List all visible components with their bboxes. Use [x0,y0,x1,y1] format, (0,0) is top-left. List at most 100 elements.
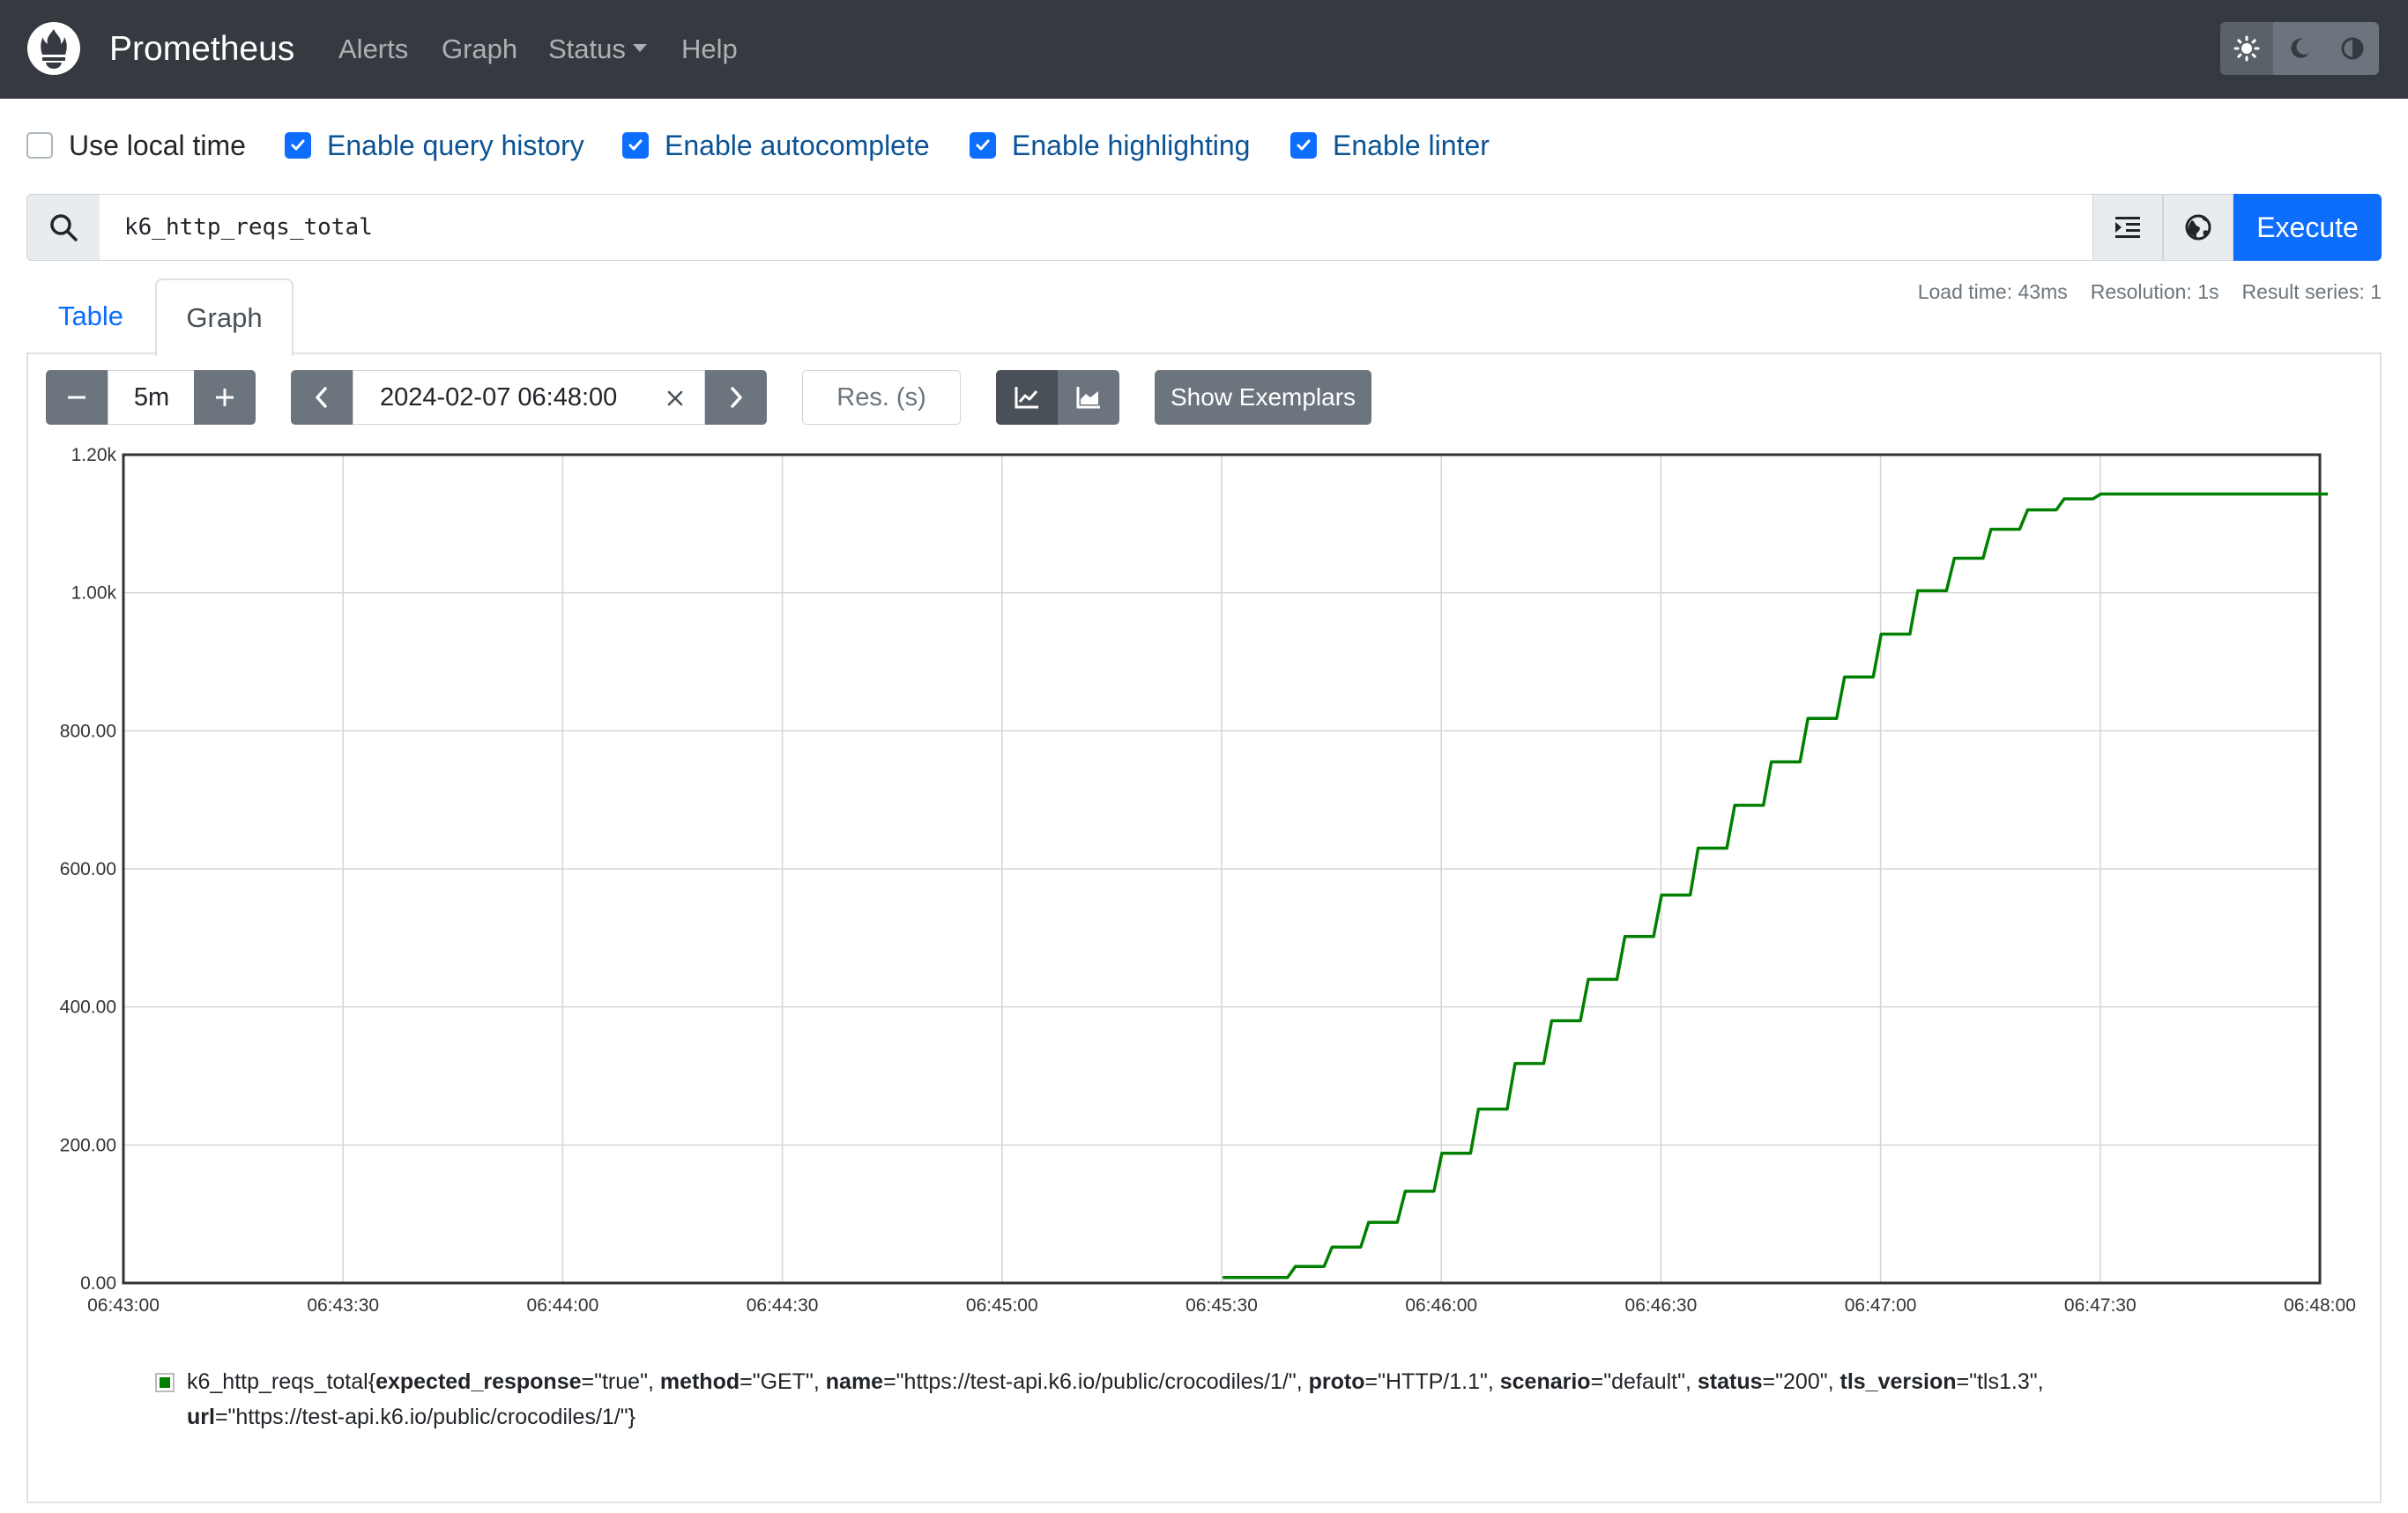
line-chart-icon [1014,387,1038,409]
query-stats: Load time: 43ms Resolution: 1s Result se… [1918,280,2382,304]
clear-icon[interactable] [665,389,685,408]
chart-type-control [996,370,1119,425]
x-tick-label: 06:48:00 [2284,1295,2356,1316]
checkbox-checked[interactable] [970,132,996,159]
end-time-input[interactable]: 2024-02-07 06:48:00 [353,370,705,425]
x-tick-label: 06:45:00 [966,1295,1038,1316]
series-line[interactable] [1223,492,2328,1279]
show-exemplars-button[interactable]: Show Exemplars [1155,370,1371,425]
checkbox-checked[interactable] [1290,132,1317,159]
legend-series-label: k6_http_reqs_total{expected_response="tr… [187,1369,2044,1429]
option-query-history[interactable]: Enable query history [285,125,584,166]
nav-alerts[interactable]: Alerts [338,25,408,74]
range-input[interactable]: 5m [108,370,196,425]
line-chart[interactable]: 06:43:00 06:43:30 06:44:00 06:44:30 06:45:00… [35,441,2371,1322]
query-bar: k6_http_reqs_total Execute [26,194,2382,261]
exemplars-control: Show Exemplars [1155,370,1371,425]
chevron-down-icon [632,44,647,53]
x-tick-label: 06:46:30 [1625,1295,1698,1316]
y-tick-label: 600.00 [60,859,116,879]
end-time-value: 2024-02-07 06:48:00 [380,382,618,412]
checkbox-checked[interactable] [622,132,649,159]
option-label: Enable query history [327,129,584,161]
chevron-left-icon [316,387,327,408]
x-tick-label: 06:46:00 [1405,1295,1477,1316]
legend-label-key: method [659,1369,740,1394]
stacked-chart-button[interactable] [1058,370,1119,425]
option-linter[interactable]: Enable linter [1290,125,1490,166]
option-highlighting[interactable]: Enable highlighting [970,125,1250,166]
checkbox-unchecked[interactable] [26,132,53,159]
minus-icon [68,396,85,399]
option-label: Use local time [69,129,246,161]
search-icon [50,214,78,241]
legend-label-key: url [187,1405,215,1429]
legend-label-key: proto [1308,1369,1365,1394]
checkbox-checked[interactable] [285,132,311,159]
indent-icon [2115,217,2140,238]
next-time-button[interactable] [705,370,767,425]
nav-help[interactable]: Help [681,25,738,74]
nav-status[interactable]: Status [548,25,647,74]
legend-label-key: name [825,1369,884,1394]
plus-icon [216,389,234,406]
nav-status-label: Status [548,33,626,64]
y-tick-label: 1.00k [71,583,117,604]
navbar: Prometheus Alerts Graph Status Help [0,0,2408,99]
moon-icon [2291,38,2309,58]
brand-title[interactable]: Prometheus [109,25,294,74]
x-tick-label: 06:47:00 [1845,1295,1917,1316]
check-icon [976,139,990,151]
format-query-button[interactable] [2092,194,2163,261]
y-tick-label: 800.00 [60,721,116,741]
search-icon-box [26,194,100,261]
x-tick-label: 06:44:00 [527,1295,599,1316]
y-tick-label: 200.00 [60,1135,116,1155]
chart-legend: k6_http_reqs_total{expected_response="tr… [155,1364,2184,1435]
resolution-input[interactable]: Res. (s) [802,370,961,425]
end-time-control: 2024-02-07 06:48:00 [291,370,767,425]
line-chart-button[interactable] [996,370,1058,425]
check-icon [291,139,305,151]
tab-graph[interactable]: Graph [155,278,294,356]
y-tick-label: 1.20k [71,445,117,465]
prometheus-logo-icon[interactable] [26,21,81,76]
chevron-right-icon [731,387,742,408]
result-series: Result series: 1 [2241,280,2382,303]
legend-label-key: expected_response [375,1369,582,1394]
theme-light-button[interactable] [2220,22,2273,75]
globe-icon [2185,214,2211,241]
x-tick-label: 06:45:30 [1185,1295,1258,1316]
y-tick-label: 0.00 [80,1273,116,1294]
check-icon [628,139,643,151]
increase-range-button[interactable] [194,370,256,425]
area-chart-icon [1076,387,1100,409]
x-tick-label: 06:44:30 [747,1295,819,1316]
sun-icon [2233,35,2260,62]
theme-toggle-group [2220,22,2379,75]
x-tick-label: 06:43:00 [87,1295,160,1316]
nav-graph[interactable]: Graph [442,25,517,74]
resolution-control: Res. (s) [802,370,961,425]
x-tick-label: 06:47:30 [2064,1295,2137,1316]
chart-area: 06:43:00 06:43:30 06:44:00 06:44:30 06:45:00… [35,441,2371,1322]
legend-label-key: scenario [1499,1369,1591,1394]
query-input[interactable]: k6_http_reqs_total [100,194,2122,261]
x-tick-label: 06:43:30 [307,1295,379,1316]
previous-time-button[interactable] [291,370,353,425]
theme-auto-button[interactable] [2326,22,2379,75]
option-use-local-time[interactable]: Use local time [26,125,246,166]
metrics-explorer-button[interactable] [2163,194,2233,261]
decrease-range-button[interactable] [46,370,108,425]
y-tick-label: 400.00 [60,998,116,1018]
load-time: Load time: 43ms [1917,280,2068,303]
option-autocomplete[interactable]: Enable autocomplete [622,125,930,166]
legend-label-key: tls_version [1839,1369,1957,1394]
range-control: 5m [46,370,256,425]
option-label: Enable highlighting [1012,129,1251,161]
theme-dark-button[interactable] [2273,22,2326,75]
execute-button[interactable]: Execute [2233,194,2382,261]
check-icon [1297,139,1311,151]
series-color-swatch[interactable] [155,1373,175,1392]
tab-table[interactable]: Table [26,278,155,354]
